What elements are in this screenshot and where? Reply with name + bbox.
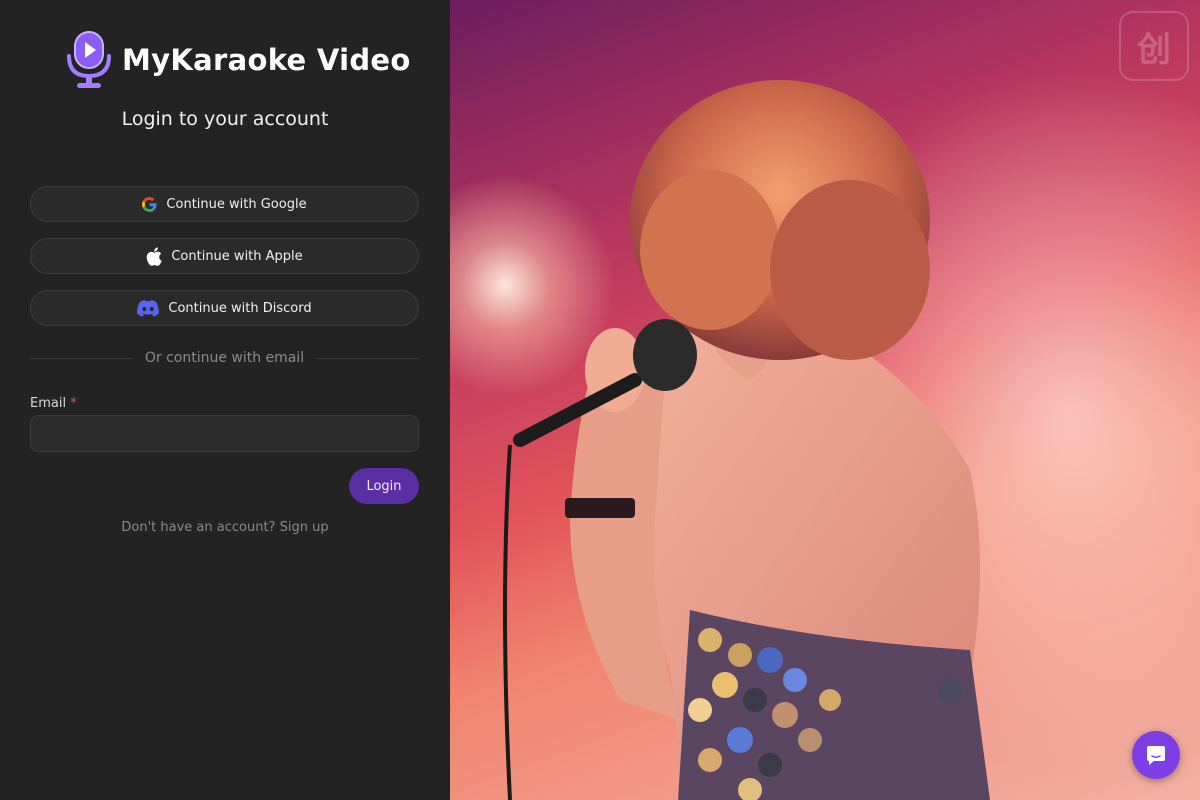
google-button-label: Continue with Google bbox=[166, 196, 307, 212]
login-button[interactable]: Login bbox=[349, 468, 419, 504]
email-field[interactable] bbox=[30, 415, 419, 452]
or-divider: Or continue with email bbox=[30, 348, 419, 368]
signup-link[interactable]: Sign up bbox=[280, 520, 329, 535]
email-label: Email * bbox=[30, 396, 77, 411]
chat-bubble-icon bbox=[1147, 746, 1165, 765]
divider-line-left bbox=[30, 357, 133, 359]
divider-text: Or continue with email bbox=[144, 350, 305, 366]
apple-icon bbox=[146, 246, 163, 266]
signup-prompt: Don't have an account? Sign up bbox=[0, 520, 450, 535]
google-login-button[interactable]: Continue with Google bbox=[30, 186, 419, 222]
apple-login-button[interactable]: Continue with Apple bbox=[30, 238, 419, 274]
brand: MyKaraoke Video bbox=[66, 30, 411, 90]
brand-name: MyKaraoke Video bbox=[122, 43, 411, 77]
required-marker: * bbox=[70, 396, 77, 411]
google-icon bbox=[142, 196, 157, 212]
login-panel: MyKaraoke Video Login to your account Co… bbox=[0, 0, 450, 800]
discord-button-label: Continue with Discord bbox=[168, 300, 312, 316]
karaoke-singer-photo bbox=[450, 0, 1200, 800]
watermark-logo: 创 bbox=[1119, 11, 1189, 81]
chat-button[interactable] bbox=[1132, 731, 1180, 779]
discord-icon bbox=[137, 299, 160, 317]
signup-prompt-text: Don't have an account? bbox=[121, 520, 276, 535]
page-subtitle: Login to your account bbox=[121, 108, 329, 130]
email-label-text: Email bbox=[30, 396, 67, 411]
singer-illustration bbox=[503, 80, 990, 800]
microphone-play-icon bbox=[67, 31, 111, 88]
divider-line-right bbox=[316, 357, 419, 359]
apple-button-label: Continue with Apple bbox=[171, 248, 303, 264]
discord-login-button[interactable]: Continue with Discord bbox=[30, 290, 419, 326]
